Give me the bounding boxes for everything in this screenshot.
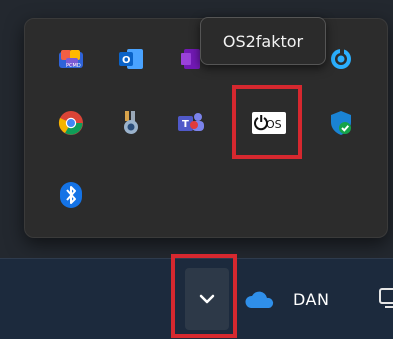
chevron-up-icon [199,294,215,304]
os2faktor-tooltip: OS2faktor [200,17,326,65]
show-hidden-icons-button[interactable] [185,268,229,330]
svg-text:T: T [182,119,189,130]
copilot-icon[interactable]: PCMD [43,31,99,87]
svg-text:OS: OS [266,118,282,131]
language-label: DAN [293,290,330,309]
teams-icon[interactable]: T [163,95,219,151]
chrome-icon[interactable] [43,95,99,151]
medal-icon[interactable] [103,95,159,151]
os2faktor-icon[interactable]: OS [241,95,297,151]
bluetooth-icon[interactable] [43,167,99,223]
language-indicator[interactable]: DAN [293,290,329,309]
svg-text:O: O [122,55,131,66]
tooltip-text: OS2faktor [222,31,304,51]
monitor-icon[interactable] [379,288,393,312]
svg-text:PCMD: PCMD [66,63,81,69]
onedrive-icon[interactable] [243,290,275,310]
defender-icon[interactable] [313,95,369,151]
outlook-icon[interactable]: O [103,31,159,87]
